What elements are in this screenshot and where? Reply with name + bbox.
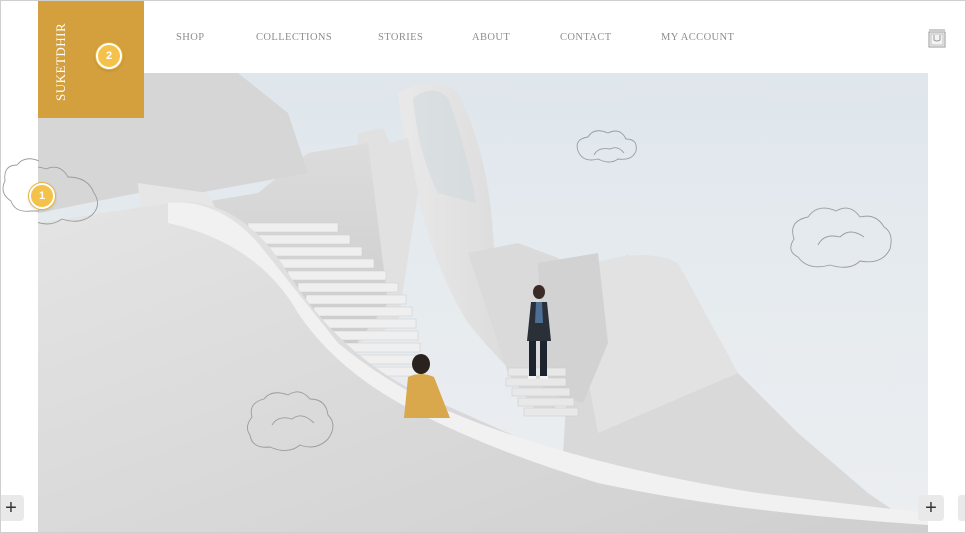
add-button-left[interactable]: +	[1, 495, 24, 521]
add-button-right[interactable]: +	[918, 495, 944, 521]
nav-item-collections[interactable]: COLLECTIONS	[256, 32, 332, 43]
nav-item-contact[interactable]: CONTACT	[560, 32, 612, 43]
hotspot-marker-1[interactable]: 1	[29, 183, 55, 209]
nav-item-shop[interactable]: SHOP	[176, 32, 204, 43]
right-edge-tab[interactable]	[958, 495, 965, 521]
nav-item-my-account[interactable]: MY ACCOUNT	[661, 32, 734, 43]
shopping-bag-icon[interactable]	[928, 28, 946, 48]
nav-item-about[interactable]: ABOUT	[472, 32, 510, 43]
hero-image	[38, 73, 928, 532]
hotspot-marker-2[interactable]: 2	[96, 43, 122, 69]
logo-text[interactable]: SUKETDHIR	[53, 23, 69, 101]
main-nav: SHOP COLLECTIONS STORIES ABOUT CONTACT M…	[1, 32, 965, 46]
page-frame: SUKETDHIR SHOP COLLECTIONS STORIES ABOUT…	[0, 0, 966, 533]
nav-item-stories[interactable]: STORIES	[378, 32, 423, 43]
